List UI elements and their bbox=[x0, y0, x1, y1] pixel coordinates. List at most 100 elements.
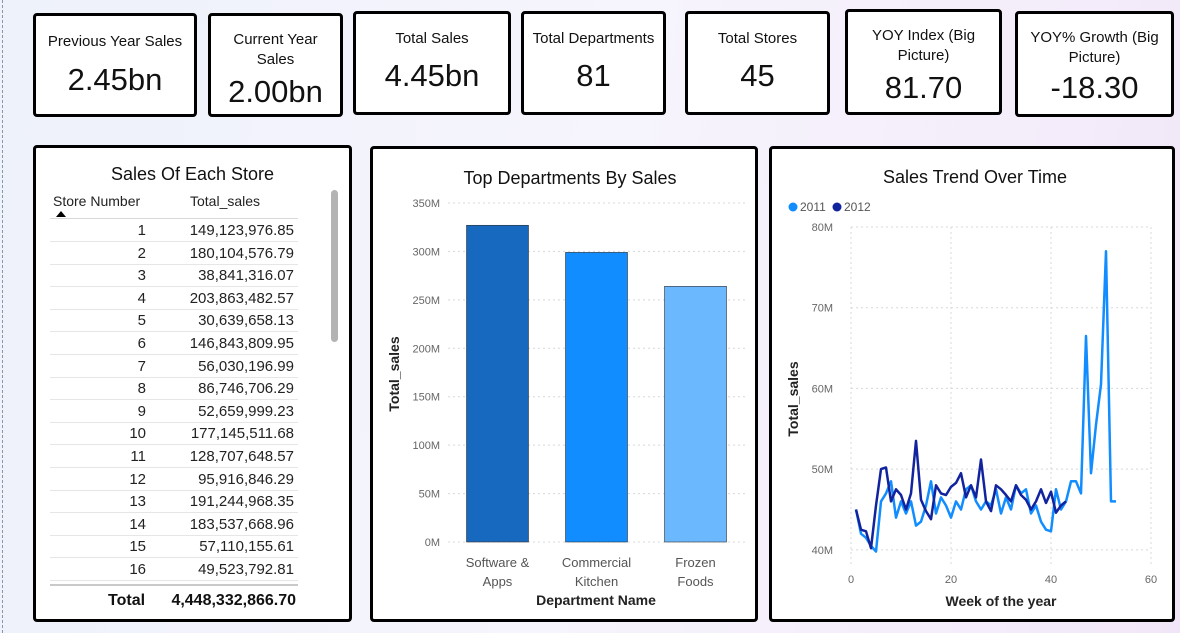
table-row[interactable]: 2 180,104,576.79 bbox=[50, 242, 298, 265]
store-sales-table[interactable]: Sales Of Each Store Store Number Total_s… bbox=[33, 145, 352, 622]
table-row[interactable]: 16 49,523,792.81 bbox=[50, 558, 298, 581]
total-label: Total bbox=[108, 592, 146, 609]
y-tick-label: 250M bbox=[412, 295, 440, 307]
y-tick-label: 50M bbox=[419, 489, 440, 501]
total-sales-cell: 38,841,316.07 bbox=[198, 267, 294, 285]
table-row[interactable]: 3 38,841,316.07 bbox=[50, 264, 298, 288]
total-sales-cell: 52,659,999.23 bbox=[198, 402, 294, 420]
sort-ascending-icon bbox=[56, 211, 66, 217]
x-tick-label: 20 bbox=[945, 574, 957, 586]
table-row[interactable]: 15 57,110,155.61 bbox=[50, 535, 298, 559]
kpi-label: YOY% Growth (Big Picture) bbox=[1030, 29, 1159, 66]
kpi-card-yoy-growth[interactable]: YOY% Growth (Big Picture) -18.30 bbox=[1015, 11, 1174, 117]
table-row[interactable]: 5 30,639,658.13 bbox=[50, 309, 298, 333]
kpi-card-current-year-sales[interactable]: Current Year Sales 2.00bn bbox=[208, 13, 343, 117]
legend-label: 2011 bbox=[800, 200, 826, 214]
store-number-cell: 11 bbox=[130, 448, 146, 465]
column-header-store-number[interactable]: Store Number bbox=[53, 193, 141, 217]
store-number-cell: 13 bbox=[129, 493, 146, 511]
x-tick-label: 0 bbox=[848, 574, 854, 586]
total-sales-cell: 95,916,846.29 bbox=[198, 470, 294, 488]
kpi-card-yoy-index[interactable]: YOY Index (Big Picture) 81.70 bbox=[845, 9, 1002, 115]
total-sales-cell: 49,523,792.81 bbox=[198, 561, 294, 578]
y-axis-title: Total_sales bbox=[785, 361, 801, 436]
table-row[interactable]: 12 95,916,846.29 bbox=[50, 468, 298, 491]
store-number-cell: 10 bbox=[129, 425, 146, 443]
store-number-cell: 5 bbox=[137, 312, 146, 330]
table-row[interactable]: 6 146,843,809.95 bbox=[50, 332, 298, 355]
table-row[interactable]: 14 183,537,668.96 bbox=[50, 513, 298, 536]
kpi-value: 2.45bn bbox=[67, 62, 163, 97]
kpi-value: -18.30 bbox=[1050, 70, 1139, 105]
store-number-cell: 15 bbox=[129, 538, 146, 556]
canvas-edge bbox=[2, 0, 3, 633]
kpi-label: Total Sales bbox=[395, 30, 469, 47]
y-tick-label: 80M bbox=[812, 222, 833, 234]
kpi-label: Previous Year Sales bbox=[47, 33, 183, 50]
chart-title: Sales Trend Over Time bbox=[883, 167, 1067, 187]
legend-label: 2012 bbox=[844, 200, 871, 214]
x-category-label: Kitchen bbox=[575, 574, 618, 589]
total-sales-cell: 149,123,976.85 bbox=[189, 222, 294, 239]
top-departments-chart[interactable]: Top Departments By Sales 0M 50M 100M 150M 200… bbox=[370, 146, 758, 622]
column-header-total-sales[interactable]: Total_sales bbox=[190, 193, 260, 209]
kpi-label: Total Departments bbox=[532, 30, 655, 47]
legend-marker-2012 bbox=[832, 202, 842, 212]
y-tick-label: 200M bbox=[412, 343, 440, 355]
table-row[interactable]: 1 149,123,976.85 bbox=[50, 219, 298, 242]
x-category-label: Apps bbox=[483, 574, 513, 589]
kpi-value: 81 bbox=[576, 58, 611, 93]
y-tick-label: 100M bbox=[412, 440, 440, 452]
column-header-label: Store Number bbox=[53, 193, 141, 209]
bar-2 bbox=[565, 252, 628, 543]
total-sales-cell: 128,707,648.57 bbox=[189, 448, 294, 465]
legend-marker-2011 bbox=[788, 202, 798, 212]
store-number-cell: 4 bbox=[137, 289, 146, 307]
table-row[interactable]: 8 86,746,706.29 bbox=[50, 377, 298, 401]
column-header-label: Total_sales bbox=[190, 193, 261, 209]
y-tick-label: 40M bbox=[812, 545, 833, 557]
table-title: Sales Of Each Store bbox=[110, 164, 275, 184]
y-tick-label: 60M bbox=[812, 383, 833, 395]
total-sales-cell: 86,746,706.29 bbox=[198, 380, 294, 398]
kpi-card-total-sales[interactable]: Total Sales 4.45bn bbox=[353, 11, 511, 115]
kpi-card-previous-year-sales[interactable]: Previous Year Sales 2.45bn bbox=[33, 13, 197, 117]
kpi-card-total-departments[interactable]: Total Departments 81 bbox=[521, 11, 666, 115]
y-tick-label: 70M bbox=[812, 303, 833, 315]
line-chart-svg: Sales Trend Over Time 2011 2012 40M 50M 60M 70… bbox=[785, 167, 1157, 609]
y-tick-label: 350M bbox=[412, 198, 440, 210]
x-category-label: Frozen bbox=[675, 555, 715, 570]
table-row[interactable]: 11 128,707,648.57 bbox=[50, 445, 298, 468]
y-tick-label: 300M bbox=[412, 246, 440, 258]
kpi-label: Current Year Sales bbox=[233, 31, 318, 68]
table-row[interactable]: 13 191,244,968.35 bbox=[50, 490, 298, 514]
store-number-cell: 9 bbox=[137, 402, 146, 420]
table-row[interactable]: 4 203,863,482.57 bbox=[50, 287, 298, 310]
bar-chart-svg: Top Departments By Sales 0M 50M 100M 150M 200… bbox=[386, 168, 745, 608]
sales-trend-chart[interactable]: Sales Trend Over Time 2011 2012 40M 50M 60M 70… bbox=[769, 146, 1175, 622]
kpi-value: 81.70 bbox=[884, 70, 963, 105]
y-tick-label: 50M bbox=[812, 464, 833, 476]
chart-title: Top Departments By Sales bbox=[463, 168, 676, 188]
table-body: 1 149,123,976.85 2 180,104,576.79 3 38,841,31… bbox=[36, 219, 326, 584]
table-row[interactable]: 7 56,030,196.99 bbox=[50, 355, 298, 378]
kpi-card-total-stores[interactable]: Total Stores 45 bbox=[685, 11, 830, 115]
total-sales-cell: 56,030,196.99 bbox=[198, 357, 294, 375]
vertical-scrollbar-thumb[interactable] bbox=[331, 190, 338, 342]
y-tick-label: 150M bbox=[412, 392, 440, 404]
store-number-cell: 2 bbox=[137, 244, 146, 262]
total-sales-cell: 203,863,482.57 bbox=[189, 289, 294, 307]
table-row[interactable]: 9 52,659,999.23 bbox=[50, 400, 298, 423]
store-number-cell: 1 bbox=[137, 222, 146, 239]
total-value: 4,448,332,866.70 bbox=[171, 592, 296, 609]
x-axis-title: Department Name bbox=[536, 592, 656, 608]
kpi-label: YOY Index (Big Picture) bbox=[871, 27, 976, 64]
x-category-label: Commercial bbox=[562, 555, 631, 570]
total-sales-cell: 191,244,968.35 bbox=[189, 493, 294, 511]
table-row[interactable]: 10 177,145,511.68 bbox=[50, 422, 298, 446]
y-axis-title: Total_sales bbox=[386, 336, 402, 411]
store-number-cell: 6 bbox=[137, 335, 146, 352]
table-total-row: Total 4,448,332,866.70 bbox=[50, 584, 298, 616]
bar-1 bbox=[466, 224, 529, 543]
bar-3 bbox=[664, 285, 727, 543]
